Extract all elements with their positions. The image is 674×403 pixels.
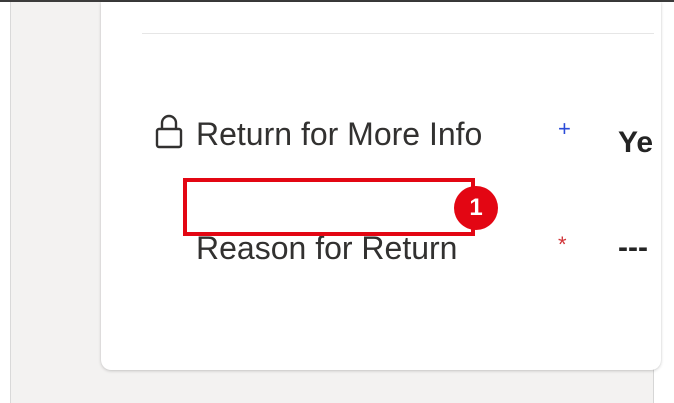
return-for-more-info-label: Return for More Info	[196, 116, 483, 152]
left-gutter	[0, 2, 11, 403]
return-for-more-info-value[interactable]: Ye	[618, 126, 653, 160]
reason-for-return-value[interactable]: ---	[618, 231, 648, 265]
lock-icon	[155, 114, 183, 149]
annotation-badge: 1	[454, 186, 498, 230]
annotation-highlight-box	[183, 178, 475, 236]
required-marker-recommended: +	[558, 116, 571, 141]
required-marker: *	[558, 232, 567, 257]
section-divider	[142, 33, 654, 34]
